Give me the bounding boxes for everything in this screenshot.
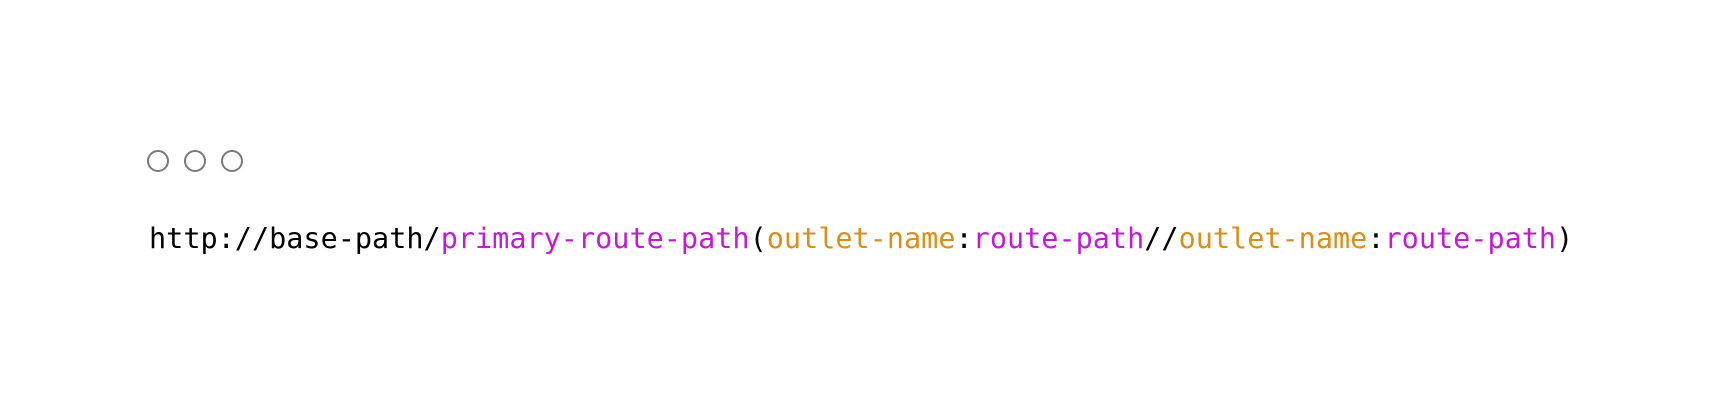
window-circle-icon[interactable] <box>184 150 206 172</box>
colon-separator: : <box>955 222 973 255</box>
open-paren: ( <box>749 222 767 255</box>
route-path-segment: route-path <box>972 222 1145 255</box>
outlet-name-segment: outlet-name <box>1178 222 1368 255</box>
outlet-separator: // <box>1144 222 1179 255</box>
primary-route-path-segment: primary-route-path <box>440 222 750 255</box>
url-text: http://base-path/primary-route-path(outl… <box>149 221 1573 257</box>
window-circle-icon[interactable] <box>221 150 243 172</box>
outlet-name-segment: outlet-name <box>766 222 956 255</box>
window-circle-icon[interactable] <box>147 150 169 172</box>
colon-separator: : <box>1367 222 1385 255</box>
close-paren: ) <box>1556 222 1574 255</box>
url-base-segment: http://base-path/ <box>149 222 441 255</box>
window-controls <box>147 150 243 172</box>
route-path-segment: route-path <box>1384 222 1557 255</box>
url-diagram-frame: http://base-path/primary-route-path(outl… <box>0 0 1710 418</box>
